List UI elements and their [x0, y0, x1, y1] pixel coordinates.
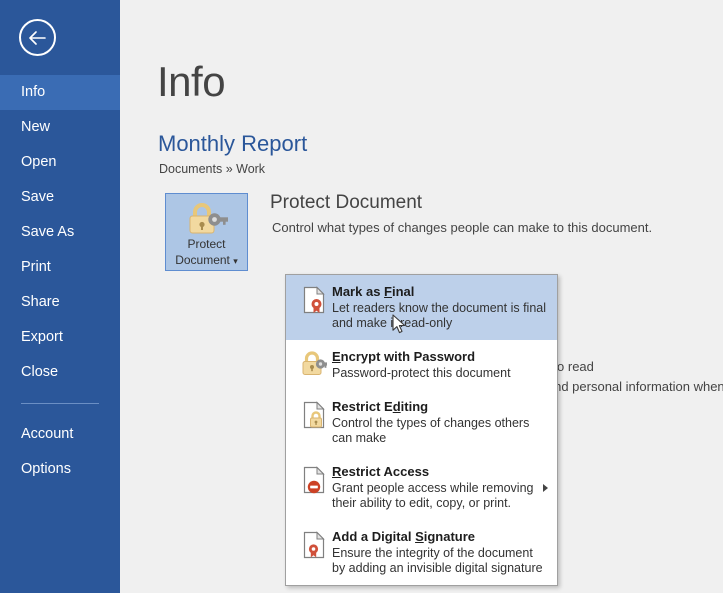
- sidebar-item-new[interactable]: New: [0, 110, 120, 145]
- protect-document-menu: Mark as Final Let readers know the docum…: [285, 274, 558, 586]
- title-before: Restrict E: [332, 399, 393, 414]
- sidebar-item-label: Close: [21, 364, 58, 380]
- menu-item-title: Mark as Final: [332, 284, 549, 299]
- title-after: iting: [401, 399, 428, 414]
- title-after: ncrypt with Password: [341, 349, 475, 364]
- menu-item-mark-as-final[interactable]: Mark as Final Let readers know the docum…: [286, 275, 557, 340]
- breadcrumb: Documents » Work: [159, 162, 265, 176]
- document-lock-icon: [296, 399, 332, 446]
- title-after: inal: [392, 284, 414, 299]
- sidebar-item-export[interactable]: Export: [0, 320, 120, 355]
- sidebar-item-label: Save As: [21, 224, 74, 240]
- menu-item-body: Restrict Access Grant people access whil…: [332, 464, 549, 511]
- sidebar-item-label: Save: [21, 189, 54, 205]
- title-before: Mark as: [332, 284, 384, 299]
- menu-item-description: Ensure the integrity of the document by …: [332, 546, 549, 576]
- menu-item-description: Password-protect this document: [332, 366, 549, 381]
- sidebar-item-label: Share: [21, 294, 60, 310]
- title-after: ignature: [424, 529, 475, 544]
- protect-document-heading: Protect Document: [270, 192, 422, 214]
- menu-item-encrypt-with-password[interactable]: Encrypt with Password Password-protect t…: [286, 340, 557, 390]
- document-title: Monthly Report: [158, 131, 307, 157]
- protect-document-button[interactable]: Protect Document ▾: [165, 193, 248, 271]
- title-accelerator: E: [332, 349, 341, 364]
- sidebar-item-share[interactable]: Share: [0, 285, 120, 320]
- menu-item-description: Grant people access while removing their…: [332, 481, 549, 511]
- backstage-main-pane: Info Monthly Report Documents » Work are…: [120, 0, 723, 593]
- title-accelerator: d: [393, 399, 401, 414]
- protect-button-line2-text: Document: [175, 253, 230, 267]
- document-signature-icon: [296, 529, 332, 576]
- sidebar-item-label: Options: [21, 461, 71, 477]
- sidebar-item-save-as[interactable]: Save As: [0, 215, 120, 250]
- title-accelerator: S: [415, 529, 424, 544]
- sidebar-item-label: Account: [21, 426, 73, 442]
- menu-item-restrict-access[interactable]: Restrict Access Grant people access whil…: [286, 455, 557, 520]
- sidebar-item-close[interactable]: Close: [0, 355, 120, 390]
- menu-item-title: Restrict Access: [332, 464, 549, 479]
- page-title: Info: [157, 58, 225, 106]
- document-seal-icon: [296, 284, 332, 331]
- sidebar-item-label: New: [21, 119, 50, 135]
- sidebar-item-info[interactable]: Info: [0, 75, 120, 110]
- menu-item-body: Encrypt with Password Password-protect t…: [332, 349, 549, 381]
- document-deny-icon: [296, 464, 332, 511]
- sidebar-item-label: Print: [21, 259, 51, 275]
- title-accelerator: F: [384, 284, 392, 299]
- title-after: estrict Access: [341, 464, 429, 479]
- title-accelerator: R: [332, 464, 341, 479]
- title-before: Add a Digital: [332, 529, 415, 544]
- menu-item-body: Mark as Final Let readers know the docum…: [332, 284, 549, 331]
- sidebar-item-label: Export: [21, 329, 63, 345]
- back-arrow-icon: [28, 31, 48, 45]
- back-button[interactable]: [19, 19, 56, 56]
- menu-item-title: Encrypt with Password: [332, 349, 549, 364]
- chevron-down-icon: ▾: [233, 256, 238, 266]
- menu-item-description: Let readers know the document is final a…: [332, 301, 549, 331]
- menu-item-restrict-editing[interactable]: Restrict Editing Control the types of ch…: [286, 390, 557, 455]
- submenu-arrow-icon: [543, 484, 548, 492]
- lock-key-icon: [166, 202, 247, 236]
- sidebar-item-options[interactable]: Options: [0, 452, 120, 487]
- padlock-key-icon: [296, 349, 332, 381]
- sidebar-item-print[interactable]: Print: [0, 250, 120, 285]
- menu-item-title: Add a Digital Signature: [332, 529, 549, 544]
- menu-item-title: Restrict Editing: [332, 399, 549, 414]
- protect-button-label-line2: Document ▾: [166, 252, 247, 269]
- menu-item-body: Restrict Editing Control the types of ch…: [332, 399, 549, 446]
- backstage-sidebar: Info New Open Save Save As Print Share E…: [0, 0, 120, 593]
- sidebar-item-label: Info: [21, 84, 45, 100]
- sidebar-item-account[interactable]: Account: [0, 417, 120, 452]
- sidebar-divider: [21, 403, 99, 404]
- sidebar-item-label: Open: [21, 154, 56, 170]
- menu-item-body: Add a Digital Signature Ensure the integ…: [332, 529, 549, 576]
- menu-item-add-digital-signature[interactable]: Add a Digital Signature Ensure the integ…: [286, 520, 557, 585]
- sidebar-item-save[interactable]: Save: [0, 180, 120, 215]
- protect-button-label-line1: Protect: [166, 236, 247, 252]
- menu-item-description: Control the types of changes others can …: [332, 416, 549, 446]
- sidebar-nav: Info New Open Save Save As Print Share E…: [0, 75, 120, 487]
- sidebar-item-open[interactable]: Open: [0, 145, 120, 180]
- protect-document-description: Control what types of changes people can…: [272, 220, 652, 235]
